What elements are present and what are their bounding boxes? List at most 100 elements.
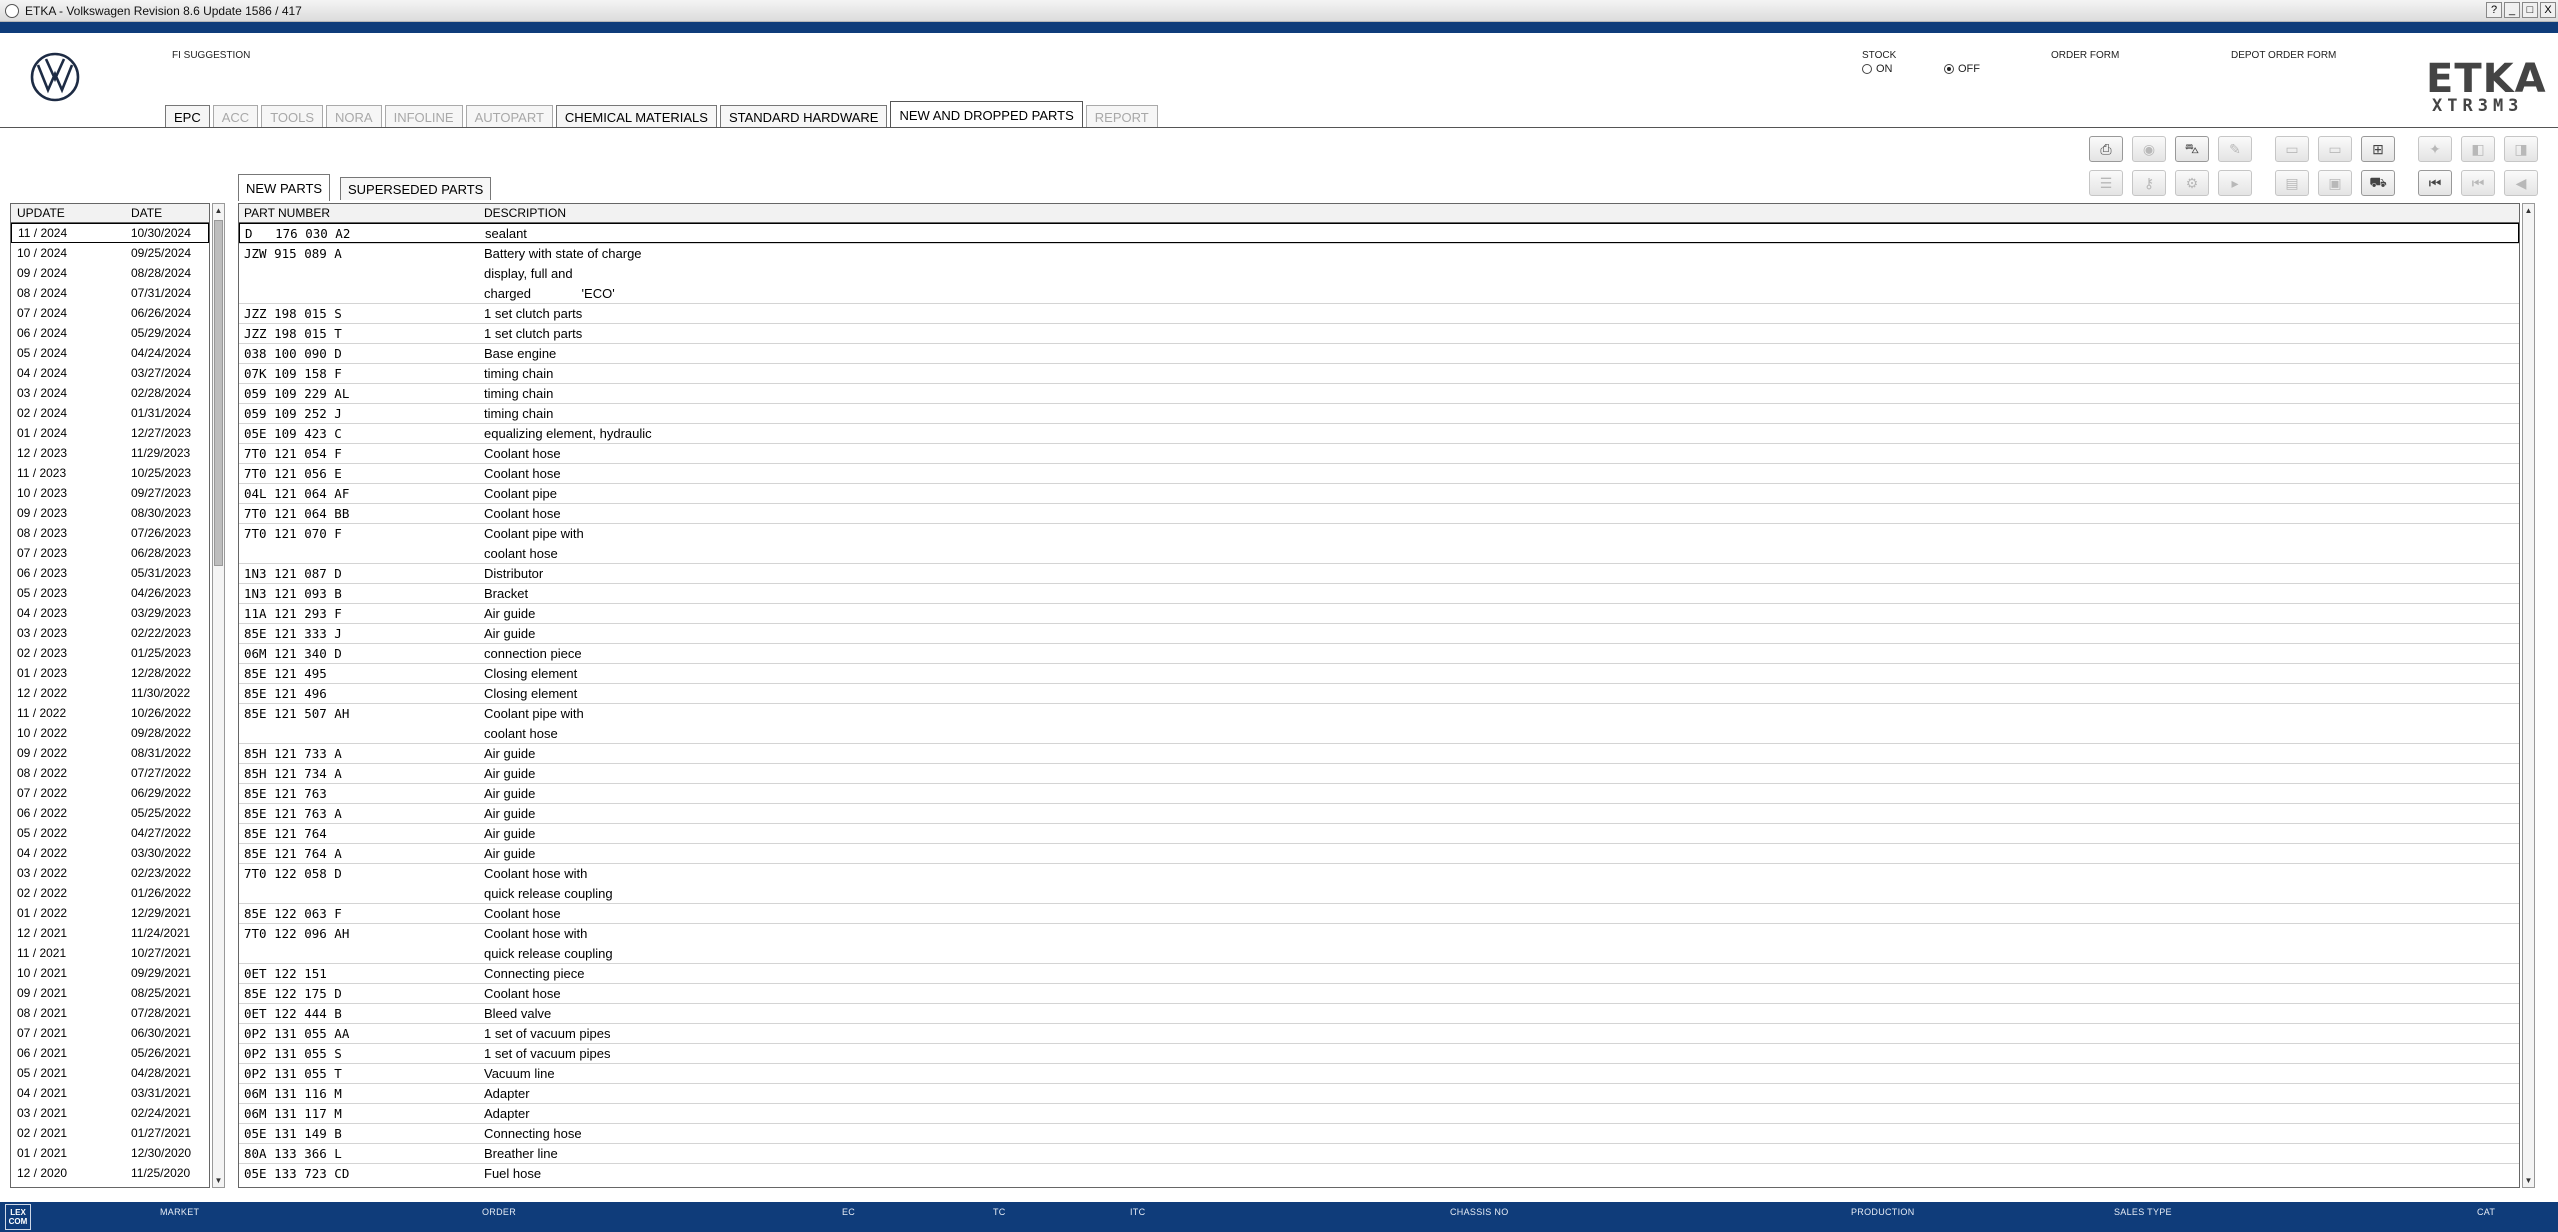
- part-row[interactable]: JZZ 198 015 S 1 set clutch parts: [239, 303, 2519, 323]
- part-row[interactable]: 06M 131 116 M Adapter: [239, 1083, 2519, 1103]
- update-row[interactable]: 10 / 2022 09/28/2022: [11, 723, 209, 743]
- part-row[interactable]: 0P2 131 055 S 1 set of vacuum pipes: [239, 1043, 2519, 1063]
- part-row[interactable]: JZZ 198 015 T 1 set clutch parts: [239, 323, 2519, 343]
- update-row[interactable]: 02 / 2022 01/26/2022: [11, 883, 209, 903]
- update-row[interactable]: 06 / 2022 05/25/2022: [11, 803, 209, 823]
- parts-table-scrollbar[interactable]: ▲ ▼: [2522, 203, 2535, 1188]
- subtab-superseded-parts[interactable]: SUPERSEDED PARTS: [340, 177, 492, 200]
- tab-infoline[interactable]: INFOLINE: [384, 105, 463, 128]
- update-row[interactable]: 11 / 2022 10/26/2022: [11, 703, 209, 723]
- update-row[interactable]: 01 / 2023 12/28/2022: [11, 663, 209, 683]
- update-row[interactable]: 04 / 2021 03/31/2021: [11, 1083, 209, 1103]
- cart-button[interactable]: ⛟: [2361, 170, 2395, 196]
- depot-order-form-label[interactable]: DEPOT ORDER FORM: [2231, 50, 2336, 61]
- prev-button[interactable]: ◀: [2504, 170, 2538, 196]
- part-row[interactable]: 85E 121 495 Closing element: [239, 663, 2519, 683]
- update-row[interactable]: 03 / 2023 02/22/2023: [11, 623, 209, 643]
- part-row[interactable]: 85E 121 333 J Air guide: [239, 623, 2519, 643]
- box-button[interactable]: ▣: [2318, 170, 2352, 196]
- tab-nora[interactable]: NORA: [326, 105, 382, 128]
- part-row[interactable]: 05E 131 149 B Connecting hose: [239, 1123, 2519, 1143]
- tab-acc[interactable]: ACC: [212, 105, 259, 128]
- update-row[interactable]: 07 / 2024 06/26/2024: [11, 303, 209, 323]
- column-part-number[interactable]: PART NUMBER: [239, 206, 484, 220]
- update-row[interactable]: 04 / 2024 03/27/2024: [11, 363, 209, 383]
- update-row[interactable]: 12 / 2021 11/24/2021: [11, 923, 209, 943]
- part-row[interactable]: 85H 121 733 A Air guide: [239, 743, 2519, 763]
- help-button[interactable]: ?: [2486, 2, 2502, 18]
- update-row[interactable]: 11 / 2023 10/25/2023: [11, 463, 209, 483]
- cabinet-button[interactable]: ▤: [2275, 170, 2309, 196]
- display-button[interactable]: ▭: [2318, 136, 2352, 162]
- update-row[interactable]: 01 / 2021 12/30/2020: [11, 1143, 209, 1163]
- order-form-label[interactable]: ORDER FORM: [2051, 50, 2119, 61]
- update-row[interactable]: 01 / 2022 12/29/2021: [11, 903, 209, 923]
- minimize-button[interactable]: _: [2504, 2, 2520, 18]
- signature-button[interactable]: ✎: [2218, 136, 2252, 162]
- part-row[interactable]: 0P2 131 055 AA 1 set of vacuum pipes: [239, 1023, 2519, 1043]
- part-row[interactable]: 7T0 121 064 BB Coolant hose: [239, 503, 2519, 523]
- update-row[interactable]: 05 / 2022 04/27/2022: [11, 823, 209, 843]
- part-row[interactable]: 0P2 131 055 T Vacuum line: [239, 1063, 2519, 1083]
- update-row[interactable]: 02 / 2023 01/25/2023: [11, 643, 209, 663]
- update-row[interactable]: 06 / 2023 05/31/2023: [11, 563, 209, 583]
- part-row[interactable]: 85E 121 763 Air guide: [239, 783, 2519, 803]
- part-row[interactable]: 1N3 121 087 D Distributor: [239, 563, 2519, 583]
- update-row[interactable]: 07 / 2022 06/29/2022: [11, 783, 209, 803]
- part-row[interactable]: display, full and: [239, 263, 2519, 283]
- part-row[interactable]: 85E 122 175 D Coolant hose: [239, 983, 2519, 1003]
- stock-off-radio[interactable]: OFF: [1944, 63, 1980, 75]
- update-row[interactable]: 02 / 2021 01/27/2021: [11, 1123, 209, 1143]
- subtab-new-parts[interactable]: NEW PARTS: [238, 174, 331, 201]
- part-row[interactable]: 7T0 121 054 F Coolant hose: [239, 443, 2519, 463]
- part-row[interactable]: 7T0 121 056 E Coolant hose: [239, 463, 2519, 483]
- scroll-down-icon[interactable]: ▼: [2523, 1174, 2534, 1187]
- update-row[interactable]: 05 / 2024 04/24/2024: [11, 343, 209, 363]
- update-row[interactable]: 02 / 2024 01/31/2024: [11, 403, 209, 423]
- part-row[interactable]: D 176 030 A2 sealant: [239, 223, 2519, 243]
- part-row[interactable]: 85E 121 496 Closing element: [239, 683, 2519, 703]
- update-row[interactable]: 09 / 2023 08/30/2023: [11, 503, 209, 523]
- part-row[interactable]: 059 109 229 AL timing chain: [239, 383, 2519, 403]
- update-row[interactable]: 12 / 2023 11/29/2023: [11, 443, 209, 463]
- part-row[interactable]: 7T0 122 096 AH Coolant hose with: [239, 923, 2519, 943]
- scroll-thumb[interactable]: [214, 220, 223, 566]
- stock-on-radio[interactable]: ON: [1862, 63, 1893, 75]
- part-row[interactable]: 0ET 122 444 B Bleed valve: [239, 1003, 2519, 1023]
- tab-epc[interactable]: EPC: [165, 105, 210, 128]
- part-row[interactable]: 06M 131 117 M Adapter: [239, 1103, 2519, 1123]
- scroll-down-icon[interactable]: ▼: [213, 1174, 224, 1187]
- update-row[interactable]: 05 / 2023 04/26/2023: [11, 583, 209, 603]
- update-row[interactable]: 07 / 2023 06/28/2023: [11, 543, 209, 563]
- printer-button[interactable]: ⎙: [2089, 136, 2123, 162]
- page-back-button[interactable]: ◧: [2461, 136, 2495, 162]
- tab-autopart[interactable]: AUTOPART: [465, 105, 553, 128]
- scroll-up-icon[interactable]: ▲: [213, 204, 224, 217]
- tab-standard-hardware[interactable]: STANDARD HARDWARE: [719, 105, 888, 128]
- cart-add-button[interactable]: ⊞: [2361, 136, 2395, 162]
- column-date[interactable]: DATE: [131, 206, 209, 220]
- key-button[interactable]: ⚷: [2132, 170, 2166, 196]
- update-row[interactable]: 12 / 2022 11/30/2022: [11, 683, 209, 703]
- tab-tools[interactable]: TOOLS: [261, 105, 324, 128]
- update-row[interactable]: 09 / 2022 08/31/2022: [11, 743, 209, 763]
- update-row[interactable]: 08 / 2021 07/28/2021: [11, 1003, 209, 1023]
- update-row[interactable]: 12 / 2020 11/25/2020: [11, 1163, 209, 1183]
- update-row[interactable]: 03 / 2022 02/23/2022: [11, 863, 209, 883]
- pin-button[interactable]: ✦: [2418, 136, 2452, 162]
- update-row[interactable]: 10 / 2021 09/29/2021: [11, 963, 209, 983]
- part-row[interactable]: charged 'ECO': [239, 283, 2519, 303]
- part-row[interactable]: 04L 121 064 AF Coolant pipe: [239, 483, 2519, 503]
- update-row[interactable]: 11 / 2024 10/30/2024: [11, 223, 209, 243]
- part-row[interactable]: 85E 121 763 A Air guide: [239, 803, 2519, 823]
- column-update[interactable]: UPDATE: [11, 206, 131, 220]
- part-row[interactable]: 85E 121 764 Air guide: [239, 823, 2519, 843]
- part-row[interactable]: 85E 121 764 A Air guide: [239, 843, 2519, 863]
- update-row[interactable]: 10 / 2024 09/25/2024: [11, 243, 209, 263]
- globe-button[interactable]: ◉: [2132, 136, 2166, 162]
- update-list-scrollbar[interactable]: ▲ ▼: [212, 203, 225, 1188]
- part-row[interactable]: 0ET 122 151 Connecting piece: [239, 963, 2519, 983]
- part-row[interactable]: 85H 121 734 A Air guide: [239, 763, 2519, 783]
- update-row[interactable]: 03 / 2021 02/24/2021: [11, 1103, 209, 1123]
- engine-button[interactable]: ⚙: [2175, 170, 2209, 196]
